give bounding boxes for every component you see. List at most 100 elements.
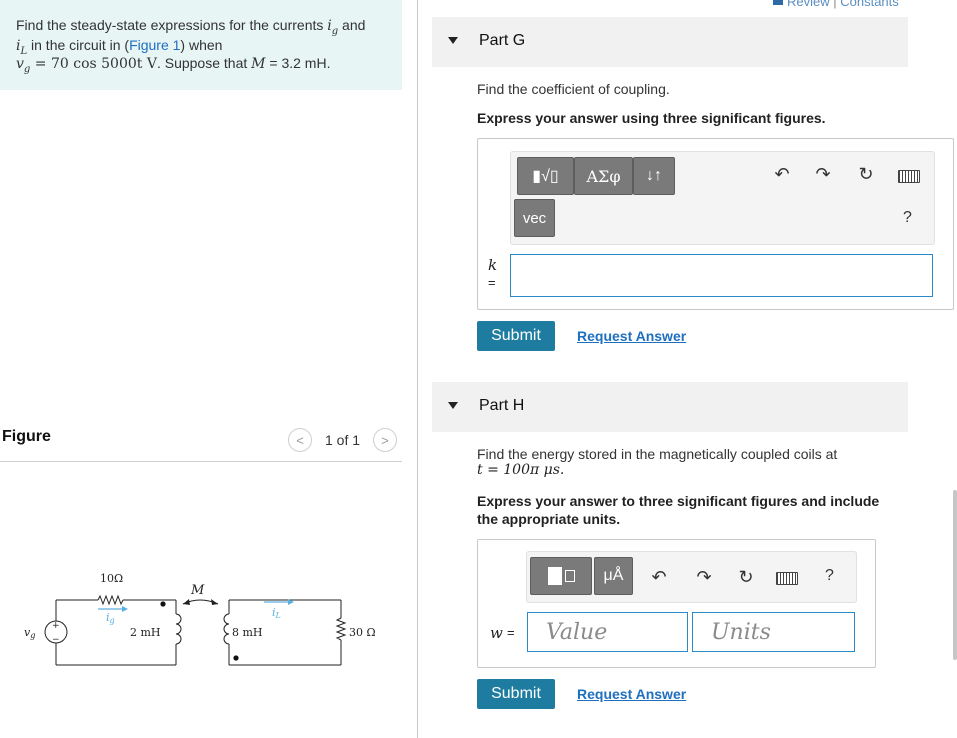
part-h-submit-button[interactable]: Submit: [477, 679, 555, 709]
problem-text: and: [338, 17, 366, 33]
il-label: iL: [272, 606, 281, 620]
ig-label: ig: [106, 611, 115, 625]
constants-link[interactable]: Constants: [840, 0, 899, 9]
prev-figure-button[interactable]: <: [288, 428, 312, 452]
scrollbar[interactable]: [953, 490, 957, 660]
undo-button[interactable]: ↶: [770, 162, 794, 186]
redo-button[interactable]: ↷: [811, 162, 835, 186]
equals-sign: =: [507, 625, 515, 640]
equals-sign: =: [488, 275, 496, 290]
m-symbol: M: [251, 56, 266, 72]
vec-label: vec: [522, 209, 547, 227]
part-g-instruction: Express your answer using three signific…: [477, 110, 826, 126]
m-value: = 3.2 mH: [265, 55, 327, 71]
review-constants-links: Review | Constants: [787, 0, 899, 9]
problem-line-1: Find the steady-state expressions for th…: [16, 17, 365, 37]
redo-icon: ↷: [696, 566, 712, 587]
chevron-left-icon: <: [296, 432, 304, 448]
panel-divider[interactable]: [417, 0, 418, 738]
units-input[interactable]: Units: [692, 612, 855, 652]
problem-line-3: vg = 70 cos 5000t V. Suppose that M = 3.…: [16, 55, 331, 75]
problem-text: ) when: [180, 37, 223, 53]
micro-angstrom-icon: μÅ: [603, 567, 624, 584]
arrowhead: [122, 606, 128, 612]
plus-sign: +: [52, 621, 60, 631]
value-placeholder: Value: [546, 619, 608, 645]
templates-button[interactable]: ▮√▯: [517, 157, 574, 195]
triangle-down-icon: [448, 402, 458, 409]
help-button[interactable]: ?: [825, 567, 834, 585]
greek-symbols-button[interactable]: ΑΣφ: [574, 157, 633, 195]
part-g-header[interactable]: Part G: [432, 17, 908, 67]
r1-label: 10Ω: [100, 572, 123, 585]
undo-icon: ↶: [774, 163, 790, 184]
reset-button[interactable]: ↻: [734, 565, 758, 589]
minus-sign: −: [52, 635, 60, 645]
units-symbol-button[interactable]: μÅ: [594, 557, 633, 595]
greek-icon: ΑΣφ: [586, 166, 621, 186]
problem-statement: Find the steady-state expressions for th…: [0, 0, 402, 90]
problem-line-2: iL in the circuit in (Figure 1) when: [16, 37, 222, 57]
vg-label: vg: [24, 626, 35, 640]
part-h-instruction-1: Express your answer to three significant…: [477, 493, 880, 509]
part-h-request-answer-link[interactable]: Request Answer: [577, 686, 686, 702]
il-symbol: iL: [16, 38, 28, 57]
keyboard-icon[interactable]: [898, 170, 920, 183]
inductor-8mh: [223, 613, 230, 645]
reset-icon: ↻: [858, 163, 874, 184]
reset-icon: ↻: [738, 566, 754, 587]
figure-pager: 1 of 1: [325, 432, 361, 448]
part-h-time-expression: t = 100π μs.: [477, 462, 565, 478]
arrowhead: [183, 599, 190, 605]
vg-expression: vg = 70 cos 5000t V: [16, 56, 157, 75]
problem-text: Find the steady-state expressions for th…: [16, 17, 328, 33]
figure-divider: [0, 461, 402, 462]
part-h-instruction-2: the appropriate units.: [477, 511, 621, 527]
inductor-2mh: [175, 613, 182, 645]
l2-label: 8 mH: [232, 626, 263, 639]
reset-button[interactable]: ↻: [854, 162, 878, 186]
keyboard-icon[interactable]: [776, 572, 798, 585]
part-h-header[interactable]: Part H: [432, 382, 908, 432]
resistor-10-ohm: [97, 594, 124, 606]
units-template-button[interactable]: [530, 557, 592, 595]
circuit-diagram: 10Ω ig 2 mH M 8 mH iL 30 Ω vg + −: [24, 572, 376, 666]
resistor-30-ohm: [335, 617, 347, 641]
part-h-title: Part H: [479, 397, 525, 414]
undo-button[interactable]: ↶: [647, 565, 671, 589]
undo-icon: ↶: [651, 566, 667, 587]
subscript-superscript-button[interactable]: ↓↑: [633, 157, 675, 195]
w-variable: w: [490, 624, 503, 642]
figure-link[interactable]: Figure 1: [129, 37, 180, 53]
figure-title: Figure: [2, 428, 51, 445]
m-label: M: [190, 583, 205, 598]
triangle-down-icon: [448, 37, 458, 44]
problem-text: . Suppose that: [156, 55, 252, 71]
chevron-right-icon: >: [381, 432, 389, 448]
part-g-title: Part G: [479, 32, 526, 49]
updown-arrows-icon: ↓↑: [646, 167, 662, 184]
next-figure-button[interactable]: >: [373, 428, 397, 452]
l1-label: 2 mH: [130, 626, 161, 639]
redo-button[interactable]: ↷: [692, 565, 716, 589]
redo-icon: ↷: [815, 163, 831, 184]
problem-text: in the circuit in (: [27, 37, 130, 53]
review-link[interactable]: Review: [787, 0, 830, 9]
template-blocks-icon: [547, 567, 575, 585]
help-button[interactable]: ?: [903, 209, 912, 227]
k-variable: k: [488, 256, 498, 274]
arrowhead: [211, 599, 218, 605]
vec-button[interactable]: vec: [514, 199, 555, 237]
polarity-dot: [160, 601, 166, 607]
part-g-question: Find the coefficient of coupling.: [477, 81, 670, 97]
review-icon: [773, 0, 783, 5]
units-placeholder: Units: [711, 619, 771, 645]
k-answer-input[interactable]: [510, 254, 933, 297]
ig-symbol: ig: [327, 18, 339, 37]
r2-label: 30 Ω: [349, 626, 376, 639]
part-g-request-answer-link[interactable]: Request Answer: [577, 328, 686, 344]
part-h-question: Find the energy stored in the magnetical…: [477, 446, 838, 462]
part-g-submit-button[interactable]: Submit: [477, 321, 555, 351]
templates-icon: ▮√▯: [532, 168, 559, 185]
value-input[interactable]: Value: [527, 612, 688, 652]
